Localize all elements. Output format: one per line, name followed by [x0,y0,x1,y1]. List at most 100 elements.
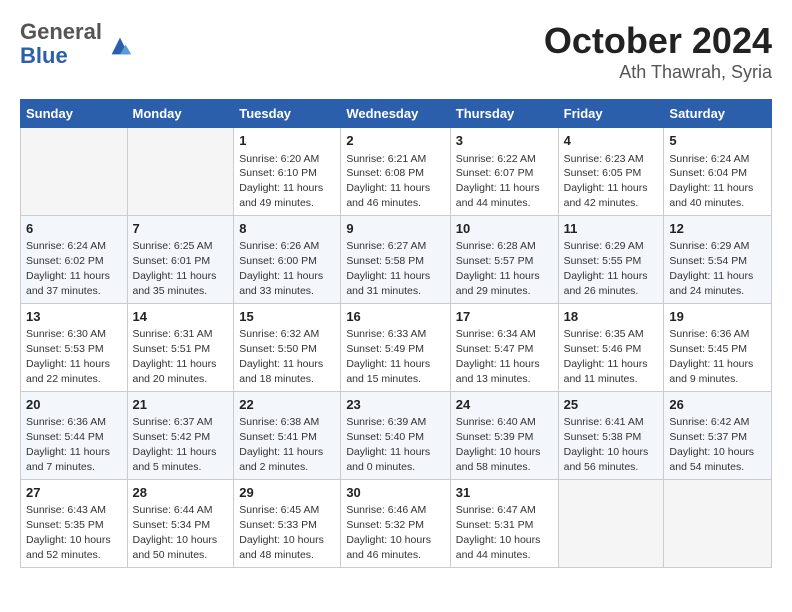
calendar-table: SundayMondayTuesdayWednesdayThursdayFrid… [20,99,772,568]
weekday-header-wednesday: Wednesday [341,100,450,128]
calendar-cell: 15Sunrise: 6:32 AMSunset: 5:50 PMDayligh… [234,303,341,391]
day-detail: Sunrise: 6:45 AMSunset: 5:33 PMDaylight:… [239,504,324,561]
calendar-week-5: 27 Sunrise: 6:43 AMSunset: 5:35 PMDayligh… [21,479,772,567]
day-number: 24 [456,396,553,414]
logo: General Blue [20,20,134,68]
calendar-cell: 18 Sunrise: 6:35 AMSunset: 5:46 PMDayligh… [558,303,664,391]
day-detail: Sunrise: 6:38 AMSunset: 5:41 PMDaylight:… [239,416,323,473]
day-detail: Sunrise: 6:44 AMSunset: 5:34 PMDaylight:… [133,504,218,561]
day-number: 12 [669,220,766,238]
day-detail: Sunrise: 6:43 AMSunset: 5:35 PMDaylight:… [26,504,111,561]
day-detail: Sunrise: 6:24 AMSunset: 6:04 PMDaylight:… [669,153,753,210]
day-detail: Sunrise: 6:24 AMSunset: 6:02 PMDaylight:… [26,240,110,297]
calendar-cell: 13 Sunrise: 6:30 AMSunset: 5:53 PMDayligh… [21,303,128,391]
calendar-cell: 6Sunrise: 6:24 AMSunset: 6:02 PMDaylight… [21,215,128,303]
calendar-cell [664,479,772,567]
weekday-header-thursday: Thursday [450,100,558,128]
day-detail: Sunrise: 6:27 AMSunset: 5:58 PMDaylight:… [346,240,430,297]
day-number: 20 [26,396,122,414]
calendar-cell: 1Sunrise: 6:20 AMSunset: 6:10 PMDaylight… [234,128,341,216]
day-detail: Sunrise: 6:34 AMSunset: 5:47 PMDaylight:… [456,328,540,385]
day-detail: Sunrise: 6:21 AMSunset: 6:08 PMDaylight:… [346,153,430,210]
logo-text: General Blue [20,20,102,68]
calendar-cell: 9 Sunrise: 6:27 AMSunset: 5:58 PMDaylight… [341,215,450,303]
calendar-cell: 24 Sunrise: 6:40 AMSunset: 5:39 PMDayligh… [450,391,558,479]
calendar-cell: 25 Sunrise: 6:41 AMSunset: 5:38 PMDayligh… [558,391,664,479]
calendar-cell: 26Sunrise: 6:42 AMSunset: 5:37 PMDayligh… [664,391,772,479]
logo-blue: Blue [20,44,102,68]
day-detail: Sunrise: 6:40 AMSunset: 5:39 PMDaylight:… [456,416,541,473]
day-number: 5 [669,132,766,150]
weekday-header-tuesday: Tuesday [234,100,341,128]
location-title: Ath Thawrah, Syria [544,62,772,83]
day-number: 19 [669,308,766,326]
day-number: 28 [133,484,229,502]
day-number: 16 [346,308,444,326]
day-detail: Sunrise: 6:36 AMSunset: 5:45 PMDaylight:… [669,328,753,385]
day-number: 9 [346,220,444,238]
calendar-cell: 30Sunrise: 6:46 AMSunset: 5:32 PMDayligh… [341,479,450,567]
day-number: 8 [239,220,335,238]
day-number: 2 [346,132,444,150]
day-detail: Sunrise: 6:22 AMSunset: 6:07 PMDaylight:… [456,153,540,210]
weekday-header-saturday: Saturday [664,100,772,128]
calendar-cell [21,128,128,216]
weekday-header-sunday: Sunday [21,100,128,128]
day-number: 13 [26,308,122,326]
day-detail: Sunrise: 6:41 AMSunset: 5:38 PMDaylight:… [564,416,649,473]
calendar-cell: 10 Sunrise: 6:28 AMSunset: 5:57 PMDayligh… [450,215,558,303]
calendar-cell: 11Sunrise: 6:29 AMSunset: 5:55 PMDayligh… [558,215,664,303]
calendar-cell: 16 Sunrise: 6:33 AMSunset: 5:49 PMDayligh… [341,303,450,391]
calendar-cell: 22Sunrise: 6:38 AMSunset: 5:41 PMDayligh… [234,391,341,479]
day-detail: Sunrise: 6:28 AMSunset: 5:57 PMDaylight:… [456,240,540,297]
logo-icon [106,32,134,60]
calendar-cell: 7 Sunrise: 6:25 AMSunset: 6:01 PMDaylight… [127,215,234,303]
calendar-cell: 3Sunrise: 6:22 AMSunset: 6:07 PMDaylight… [450,128,558,216]
calendar-cell: 4 Sunrise: 6:23 AMSunset: 6:05 PMDaylight… [558,128,664,216]
day-detail: Sunrise: 6:47 AMSunset: 5:31 PMDaylight:… [456,504,541,561]
calendar-cell [558,479,664,567]
day-detail: Sunrise: 6:29 AMSunset: 5:54 PMDaylight:… [669,240,753,297]
calendar-cell: 21 Sunrise: 6:37 AMSunset: 5:42 PMDayligh… [127,391,234,479]
day-detail: Sunrise: 6:39 AMSunset: 5:40 PMDaylight:… [346,416,430,473]
day-number: 1 [239,132,335,150]
weekday-header-monday: Monday [127,100,234,128]
day-number: 26 [669,396,766,414]
day-detail: Sunrise: 6:31 AMSunset: 5:51 PMDaylight:… [133,328,217,385]
day-number: 4 [564,132,659,150]
day-number: 11 [564,220,659,238]
day-number: 10 [456,220,553,238]
calendar-week-1: 1Sunrise: 6:20 AMSunset: 6:10 PMDaylight… [21,128,772,216]
day-detail: Sunrise: 6:37 AMSunset: 5:42 PMDaylight:… [133,416,217,473]
day-detail: Sunrise: 6:25 AMSunset: 6:01 PMDaylight:… [133,240,217,297]
day-detail: Sunrise: 6:26 AMSunset: 6:00 PMDaylight:… [239,240,323,297]
weekday-header-row: SundayMondayTuesdayWednesdayThursdayFrid… [21,100,772,128]
day-number: 14 [133,308,229,326]
day-number: 18 [564,308,659,326]
calendar-cell: 29 Sunrise: 6:45 AMSunset: 5:33 PMDayligh… [234,479,341,567]
title-block: October 2024 Ath Thawrah, Syria [544,20,772,83]
day-detail: Sunrise: 6:30 AMSunset: 5:53 PMDaylight:… [26,328,110,385]
day-number: 25 [564,396,659,414]
calendar-cell [127,128,234,216]
calendar-cell: 8 Sunrise: 6:26 AMSunset: 6:00 PMDaylight… [234,215,341,303]
day-number: 30 [346,484,444,502]
calendar-cell: 28 Sunrise: 6:44 AMSunset: 5:34 PMDayligh… [127,479,234,567]
day-detail: Sunrise: 6:36 AMSunset: 5:44 PMDaylight:… [26,416,110,473]
day-number: 17 [456,308,553,326]
day-number: 27 [26,484,122,502]
calendar-week-3: 13 Sunrise: 6:30 AMSunset: 5:53 PMDayligh… [21,303,772,391]
calendar-cell: 20 Sunrise: 6:36 AMSunset: 5:44 PMDayligh… [21,391,128,479]
month-title: October 2024 [544,20,772,62]
day-detail: Sunrise: 6:33 AMSunset: 5:49 PMDaylight:… [346,328,430,385]
day-number: 21 [133,396,229,414]
day-number: 7 [133,220,229,238]
day-detail: Sunrise: 6:35 AMSunset: 5:46 PMDaylight:… [564,328,648,385]
calendar-cell: 31Sunrise: 6:47 AMSunset: 5:31 PMDayligh… [450,479,558,567]
calendar-cell: 2 Sunrise: 6:21 AMSunset: 6:08 PMDaylight… [341,128,450,216]
day-number: 29 [239,484,335,502]
weekday-header-friday: Friday [558,100,664,128]
page-header: General Blue October 2024 Ath Thawrah, S… [20,20,772,83]
day-detail: Sunrise: 6:23 AMSunset: 6:05 PMDaylight:… [564,153,648,210]
day-detail: Sunrise: 6:32 AMSunset: 5:50 PMDaylight:… [239,328,323,385]
